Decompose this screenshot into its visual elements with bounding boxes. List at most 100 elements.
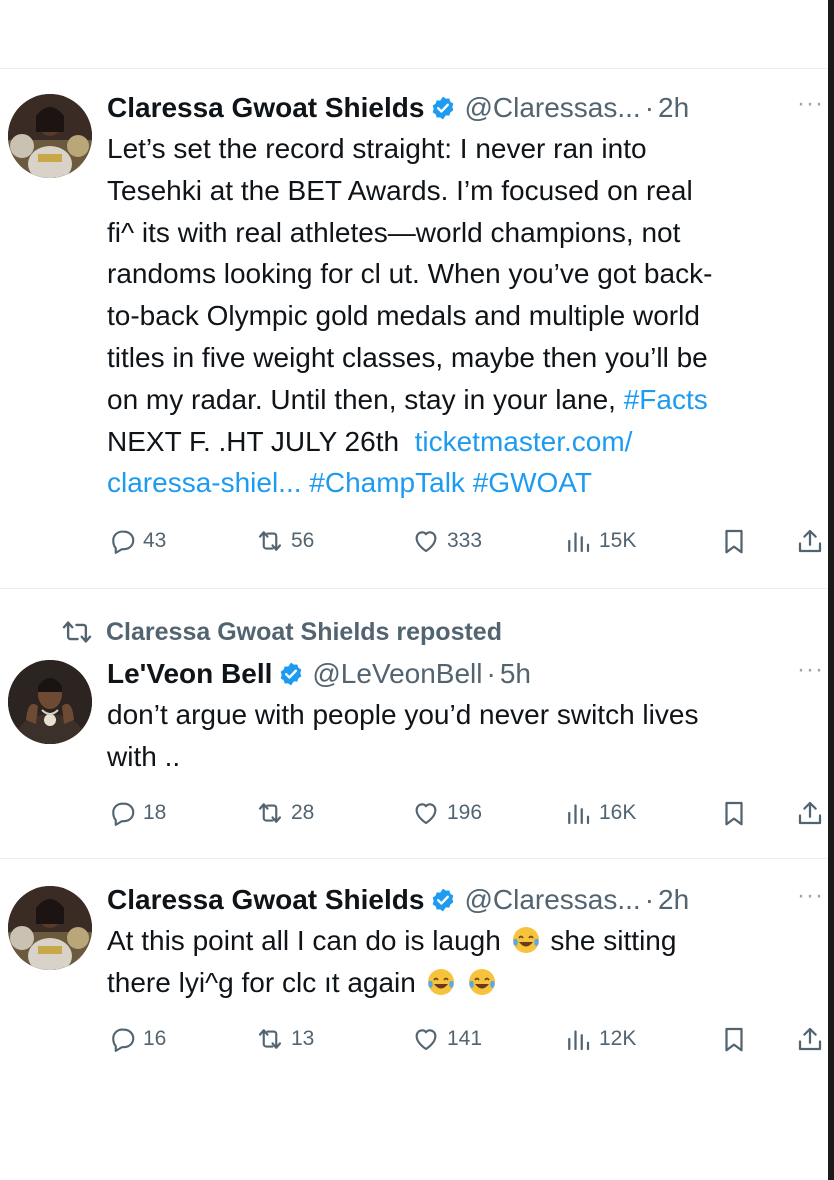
repost-icon [258, 1029, 282, 1049]
repost-button[interactable]: 13 [255, 1024, 314, 1054]
tweet-line: Let’s set the record straight: I never r… [107, 133, 647, 164]
views-button[interactable]: 15K [563, 526, 636, 556]
hashtag-champtalk[interactable]: #ChampTalk [309, 467, 465, 498]
heart-icon [415, 531, 437, 553]
bookmark-button[interactable] [719, 1024, 755, 1054]
repost-count: 13 [291, 1027, 315, 1050]
repost-count: 56 [291, 529, 315, 552]
share-icon [798, 1027, 822, 1051]
reply-button[interactable]: 43 [107, 526, 166, 556]
tweet-line: randoms looking for cl ut. When you’ve g… [107, 258, 713, 290]
timestamp[interactable]: 2h [658, 92, 689, 124]
more-dots-icon[interactable]: ··· [797, 656, 824, 684]
view-count: 12K [599, 1027, 637, 1050]
reply-icon [112, 1028, 135, 1052]
tweet-line: At this point all I can do is laugh she … [107, 920, 819, 962]
tweet-line: claressa-shiel... #ChampTalk #GWOAT [107, 462, 819, 504]
hashtag-facts[interactable]: #Facts [624, 384, 708, 415]
hashtag-gwoat[interactable]: #GWOAT [473, 467, 592, 498]
share-icon [798, 529, 822, 553]
like-count: 141 [447, 1027, 483, 1050]
share-button[interactable] [795, 526, 831, 556]
share-button[interactable] [795, 798, 831, 828]
user-handle[interactable]: @Claressas... [464, 92, 640, 124]
avatar[interactable] [8, 886, 92, 970]
view-count: 15K [599, 529, 637, 552]
ticket-link[interactable]: ticketmaster.com/ [415, 426, 633, 457]
like-count: 333 [447, 529, 483, 552]
user-handle[interactable]: @Claressas... [464, 884, 640, 916]
reply-button[interactable]: 16 [107, 1024, 166, 1054]
tweet-header: Claressa Gwoat Shields @Claressas... · 2… [107, 88, 822, 128]
tweet-line-text: on my radar. Until then, stay in your la… [107, 383, 616, 415]
tweet-line-text: At this point all I can do is laugh [107, 925, 501, 956]
share-icon [798, 801, 822, 825]
avatar-image [8, 886, 92, 970]
avatar[interactable] [8, 94, 92, 178]
verified-badge-icon [430, 887, 456, 913]
ticket-link-path[interactable]: claressa-shiel... [107, 467, 302, 498]
next-fight-text: NEXT F. .HT JULY 26th [107, 425, 400, 457]
tweet-line: there lyi^g for clc ıt again [107, 962, 819, 1004]
verified-badge-icon [430, 95, 456, 121]
avatar-image [8, 660, 92, 744]
tweet-line: Tesehki at the BET Awards. I’m focused o… [107, 174, 693, 206]
like-button[interactable]: 333 [411, 526, 482, 556]
views-bar-icon [568, 804, 590, 825]
reply-button[interactable]: 18 [107, 798, 166, 828]
tweet-actions: 43 56 333 15K [107, 526, 827, 562]
tweet-line: to-back Olympic gold medals and multiple… [107, 300, 700, 332]
bookmark-icon [725, 529, 743, 554]
tears-of-joy-emoji [511, 925, 541, 955]
like-button[interactable]: 141 [411, 1024, 482, 1054]
tweet-1[interactable]: Claressa Gwoat Shields @Claressas... · 2… [0, 88, 828, 588]
heart-icon [415, 1029, 437, 1051]
reply-count: 18 [143, 801, 167, 824]
user-handle[interactable]: @LeVeonBell [312, 658, 482, 690]
display-name[interactable]: Claressa Gwoat Shields [107, 884, 424, 916]
timestamp[interactable]: 2h [658, 884, 689, 916]
timestamp[interactable]: 5h [500, 658, 531, 690]
tweet-text: Let’s set the record straight: I never r… [107, 128, 819, 504]
repost-icon [62, 621, 92, 643]
views-button[interactable]: 12K [563, 1024, 636, 1054]
repost-button[interactable]: 56 [255, 526, 314, 556]
bookmark-button[interactable] [719, 798, 755, 828]
display-name[interactable]: Claressa Gwoat Shields [107, 92, 424, 124]
separator-dot: · [644, 884, 655, 915]
tweet-header: Le'Veon Bell @LeVeonBell · 5h [107, 654, 822, 694]
avatar-image [8, 94, 92, 178]
tweet-3[interactable]: Claressa Gwoat Shields @Claressas... · 2… [0, 880, 828, 1070]
reply-count: 16 [143, 1027, 167, 1050]
separator-dot: · [644, 92, 655, 123]
repost-context[interactable]: Claressa Gwoat Shields reposted [60, 615, 502, 649]
bookmark-button[interactable] [719, 526, 755, 556]
tweet-2[interactable]: Le'Veon Bell @LeVeonBell · 5h ··· don’t … [0, 654, 828, 844]
tweet-line: don’t argue with people you’d never swit… [107, 699, 699, 730]
views-bar-icon [568, 532, 590, 553]
display-name[interactable]: Le'Veon Bell [107, 658, 272, 690]
tweet-text: At this point all I can do is laugh she … [107, 920, 819, 1004]
bookmark-icon [725, 1027, 743, 1052]
tweet-actions: 18 28 196 16K [107, 798, 827, 834]
more-dots-icon[interactable]: ··· [797, 882, 824, 910]
like-button[interactable]: 196 [411, 798, 482, 828]
heart-icon [415, 803, 437, 825]
avatar[interactable] [8, 660, 92, 744]
tears-of-joy-emoji [426, 967, 456, 997]
divider [0, 858, 828, 859]
share-button[interactable] [795, 1024, 831, 1054]
reply-count: 43 [143, 529, 167, 552]
tweet-actions: 16 13 141 12K [107, 1024, 827, 1060]
repost-count: 28 [291, 801, 315, 824]
repost-button[interactable]: 28 [255, 798, 314, 828]
reply-icon [112, 802, 135, 826]
views-button[interactable]: 16K [563, 798, 636, 828]
tweet-line: fi^ its with real athletes—world champio… [107, 216, 681, 248]
tweet-header: Claressa Gwoat Shields @Claressas... · 2… [107, 880, 822, 920]
reply-icon [112, 530, 135, 554]
more-dots-icon[interactable]: ··· [797, 90, 824, 118]
views-bar-icon [568, 1030, 590, 1051]
divider [0, 68, 828, 69]
tweet-line: titles in five weight classes, maybe the… [107, 341, 708, 373]
